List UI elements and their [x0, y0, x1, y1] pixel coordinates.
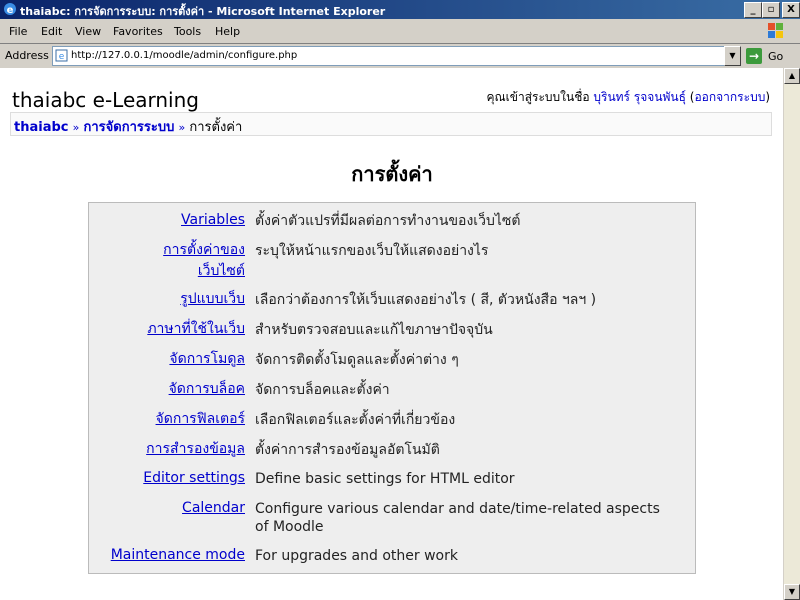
- address-url: http://127.0.0.1/moodle/admin/configure.…: [71, 50, 298, 61]
- settings-desc: For upgrades and other work: [255, 548, 458, 564]
- svg-text:e: e: [7, 5, 14, 16]
- login-prefix: คุณเข้าสู่ระบบในชื่อ: [486, 90, 594, 104]
- scroll-down-button[interactable]: ▼: [784, 584, 800, 600]
- menu-bar: File Edit View Favorites Tools Help: [0, 19, 800, 44]
- go-arrow-icon: →: [746, 48, 762, 64]
- menu-edit[interactable]: Edit: [41, 25, 62, 38]
- window-title: thaiabc: การจัดการระบบ: การตั้งค่า - Mic…: [20, 5, 386, 18]
- breadcrumb-current: การตั้งค่า: [189, 120, 243, 135]
- svg-text:e: e: [59, 52, 65, 62]
- settings-link-maintenance[interactable]: Maintenance mode: [111, 545, 245, 566]
- settings-desc: ระบุให้หน้าแรกของเว็บให้แสดงอย่างไร: [255, 243, 489, 259]
- breadcrumb-separator: »: [72, 121, 80, 134]
- address-dropdown-button[interactable]: ▼: [724, 46, 741, 66]
- settings-table: Variables ตั้งค่าตัวแปรที่มีผลต่อการทำงา…: [88, 202, 696, 574]
- settings-link-site-settings[interactable]: การตั้งค่าของเว็บไซต์: [135, 240, 245, 282]
- settings-desc: Define basic settings for HTML editor: [255, 471, 515, 487]
- site-title: thaiabc e-Learning: [12, 88, 199, 112]
- vertical-scrollbar[interactable]: ▲ ▼: [783, 68, 800, 600]
- page-icon: e: [55, 49, 68, 62]
- address-bar: Address e http://127.0.0.1/moodle/admin/…: [0, 44, 800, 69]
- settings-desc: สำหรับตรวจสอบและแก้ไขภาษาปัจจุบัน: [255, 322, 493, 338]
- page-title: การตั้งค่า: [351, 162, 433, 186]
- settings-desc: Configure various calendar and date/time…: [255, 501, 660, 535]
- menu-file[interactable]: File: [9, 25, 27, 38]
- settings-link-calendar[interactable]: Calendar: [182, 498, 245, 519]
- settings-desc: จัดการบล็อคและตั้งค่า: [255, 382, 390, 398]
- menu-help[interactable]: Help: [215, 25, 240, 38]
- breadcrumb-home-link[interactable]: thaiabc: [14, 120, 68, 135]
- logout-paren-close: ): [765, 90, 770, 104]
- menu-view[interactable]: View: [75, 25, 101, 38]
- close-button[interactable]: X: [782, 2, 800, 18]
- minimize-button[interactable]: _: [744, 2, 762, 18]
- settings-link-variables[interactable]: Variables: [181, 210, 245, 231]
- breadcrumb-admin-link[interactable]: การจัดการระบบ: [84, 120, 175, 135]
- menu-tools[interactable]: Tools: [174, 25, 201, 38]
- maximize-button[interactable]: ▫: [762, 2, 780, 18]
- logout-link[interactable]: ออกจากระบบ: [694, 90, 765, 104]
- address-input[interactable]: e http://127.0.0.1/moodle/admin/configur…: [52, 46, 727, 66]
- address-label: Address: [5, 49, 49, 62]
- breadcrumb: thaiabc » การจัดการระบบ » การตั้งค่า: [10, 112, 772, 136]
- settings-link-language[interactable]: ภาษาที่ใช้ในเว็บ: [147, 319, 245, 340]
- window-title-bar: e thaiabc: การจัดการระบบ: การตั้งค่า - M…: [0, 0, 800, 19]
- page-content: thaiabc e-Learning คุณเข้าสู่ระบบในชื่อ …: [0, 68, 784, 600]
- breadcrumb-separator: »: [178, 121, 186, 134]
- settings-desc: เลือกว่าต้องการให้เว็บแสดงอย่างไร ( สี, …: [255, 292, 597, 308]
- internet-explorer-icon: e: [4, 3, 16, 16]
- menu-favorites[interactable]: Favorites: [113, 25, 163, 38]
- windows-logo-icon: [768, 23, 783, 38]
- settings-link-backup[interactable]: การสำรองข้อมูล: [146, 439, 245, 460]
- go-button[interactable]: → Go: [744, 46, 794, 66]
- login-info: คุณเข้าสู่ระบบในชื่อ บุรินทร์ รุจจนพันธุ…: [486, 88, 770, 107]
- settings-link-blocks[interactable]: จัดการบล็อค: [169, 379, 245, 400]
- settings-desc: เลือกฟิลเตอร์และตั้งค่าที่เกี่ยวข้อง: [255, 412, 456, 428]
- go-label: Go: [768, 50, 784, 63]
- settings-desc: จัดการติดตั้งโมดูลและตั้งค่าต่าง ๆ: [255, 352, 459, 368]
- settings-link-themes[interactable]: รูปแบบเว็บ: [180, 289, 245, 310]
- settings-desc: ตั้งค่าการสำรองข้อมูลอัตโนมัติ: [255, 442, 440, 458]
- scroll-up-button[interactable]: ▲: [784, 68, 800, 84]
- settings-link-editor[interactable]: Editor settings: [143, 468, 245, 489]
- user-profile-link[interactable]: บุรินทร์ รุจจนพันธุ์: [593, 90, 686, 104]
- settings-link-modules[interactable]: จัดการโมดูล: [169, 349, 245, 370]
- settings-link-filters[interactable]: จัดการฟิลเตอร์: [156, 409, 245, 430]
- settings-desc: ตั้งค่าตัวแปรที่มีผลต่อการทำงานของเว็บไซ…: [255, 213, 521, 229]
